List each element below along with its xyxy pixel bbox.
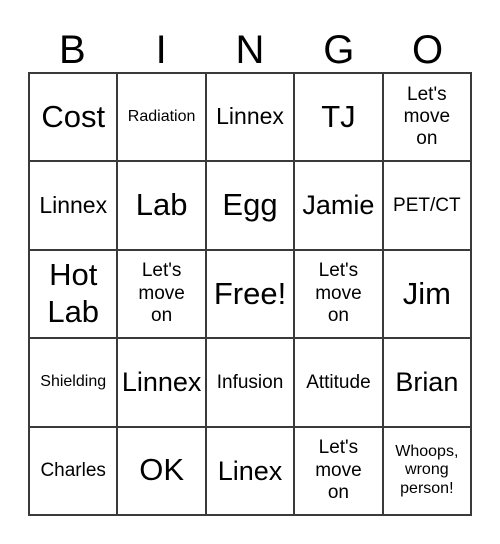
bingo-cell[interactable]: Linnex	[30, 162, 119, 251]
bingo-cell-label: Linnex	[216, 103, 284, 130]
bingo-cell-label: Let's move on	[315, 437, 362, 504]
bingo-cell[interactable]: Let's move on	[295, 427, 384, 517]
bingo-cell-label: Hot Lab	[47, 257, 100, 330]
bingo-row: Hot Lab Let's move on Free! Let's move on Jim	[30, 250, 473, 340]
bingo-cell[interactable]: Charles	[30, 427, 119, 517]
bingo-cell[interactable]: Shielding	[30, 339, 119, 428]
bingo-cell-label: PET/CT	[393, 194, 461, 216]
bingo-cell[interactable]: Whoops, wrong person!	[383, 427, 473, 517]
bingo-row: Cost Radiation Linnex TJ Let's move on	[30, 74, 473, 163]
bingo-cell-label: Lab	[135, 187, 188, 223]
bingo-row: Shielding Linnex Infusion Attitude Brian	[30, 339, 473, 428]
bingo-cell[interactable]: Linnex	[118, 339, 207, 428]
bingo-cell-label: Infusion	[216, 371, 284, 393]
bingo-cell[interactable]: Attitude	[295, 339, 384, 428]
bingo-row: Charles OK Linex Let's move on Whoops, wron…	[30, 427, 473, 517]
bingo-cell-label: Free!	[213, 275, 287, 311]
bingo-cell[interactable]: PET/CT	[383, 162, 473, 251]
bingo-cell-label: Whoops, wrong person!	[395, 442, 459, 498]
bingo-cell[interactable]: TJ	[295, 74, 384, 163]
bingo-cell-label: Jim	[402, 275, 451, 311]
bingo-cell[interactable]: Linex	[206, 427, 296, 517]
bingo-cell[interactable]: OK	[118, 427, 207, 517]
bingo-cell-label: Shielding	[40, 373, 107, 391]
header-letter-g: G	[323, 28, 355, 72]
bingo-cell[interactable]: Jamie	[295, 162, 384, 251]
bingo-cell-label: Charles	[40, 460, 106, 482]
bingo-row: Linnex Lab Egg Jamie PET/CT	[30, 162, 473, 251]
header-letter-b: B	[59, 28, 86, 72]
bingo-cell-label: Attitude	[306, 371, 371, 393]
bingo-cell-label: Linnex	[121, 367, 202, 398]
bingo-cell-label: Let's move on	[403, 83, 451, 150]
bingo-cell-label: Brian	[395, 367, 459, 398]
bingo-cell-label: TJ	[321, 98, 356, 134]
bingo-cell[interactable]: Lab	[118, 162, 207, 251]
bingo-grid: Cost Radiation Linnex TJ Let's move on Lin…	[28, 72, 473, 517]
bingo-cell-label: Let's move on	[138, 260, 185, 327]
bingo-cell[interactable]: Jim	[383, 250, 473, 340]
bingo-cell-free[interactable]: Free!	[206, 250, 296, 340]
bingo-cell-label: Linex	[217, 455, 283, 486]
bingo-cell[interactable]: Linnex	[206, 74, 296, 163]
bingo-card: B I N G O Cost Radiation Linnex TJ Let's…	[0, 0, 500, 544]
bingo-cell-label: Linnex	[39, 191, 108, 218]
bingo-cell[interactable]: Brian	[383, 339, 473, 428]
bingo-cell[interactable]: Let's move on	[383, 74, 473, 163]
bingo-cell[interactable]: Let's move on	[295, 250, 384, 340]
bingo-cell-label: Let's move on	[315, 260, 362, 327]
bingo-cell[interactable]: Egg	[206, 162, 296, 251]
bingo-cell-label: Radiation	[127, 108, 196, 126]
bingo-cell-label: Jamie	[302, 190, 375, 221]
bingo-cell[interactable]: Hot Lab	[30, 250, 119, 340]
bingo-cell-label: Cost	[41, 98, 106, 134]
bingo-cell[interactable]: Infusion	[206, 339, 296, 428]
header-letter-n: N	[235, 28, 265, 72]
header-letter-i: I	[155, 28, 167, 72]
bingo-cell-label: Egg	[222, 187, 278, 223]
header-letter-o: O	[412, 28, 444, 72]
bingo-cell-label: OK	[139, 452, 184, 488]
bingo-cell[interactable]: Cost	[30, 74, 119, 163]
bingo-cell[interactable]: Radiation	[118, 74, 207, 163]
bingo-cell[interactable]: Let's move on	[118, 250, 207, 340]
bingo-header: B I N G O	[28, 18, 472, 72]
